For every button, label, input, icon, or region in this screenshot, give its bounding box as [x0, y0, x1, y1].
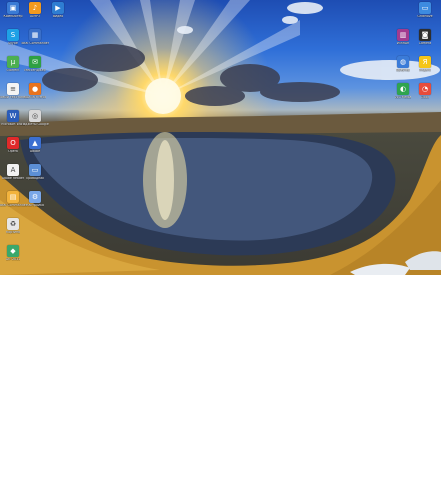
desktop-shortcut[interactable]: ▭ GridMove: [412, 2, 438, 19]
desktop-shortcut-label: Total Commander: [20, 42, 50, 45]
desktop-shortcut[interactable]: ▶ Видео: [45, 2, 71, 19]
monitor-icon: ▭: [419, 2, 431, 14]
desktop-shortcut-label: Skype: [8, 42, 18, 45]
browser-icon: ◍: [397, 56, 409, 68]
desktop-shortcut-label: Mozilla Firefox: [23, 96, 47, 99]
desktop-shortcut-label: Проводник: [25, 177, 45, 180]
desktop-shortcut[interactable]: ◎ Гаджеты Google: [21, 110, 49, 127]
desktop-shortcut-label: Гаджеты Google: [21, 123, 49, 126]
desktop-shortcut-label: DIF 2011: [5, 258, 21, 261]
messenger-icon: ✉: [29, 56, 41, 68]
desktop-shortcut-label: Adobe Reader: [1, 177, 25, 180]
wallpaper-landscape: [0, 0, 441, 275]
skype-icon: S: [7, 29, 19, 41]
disk-icon: ▦: [29, 29, 41, 41]
winrar-icon: ▥: [397, 29, 409, 41]
camera-icon: ◙: [419, 29, 431, 41]
desktop-shortcut-label: Настройка: [26, 204, 44, 207]
explorer-icon: ▭: [29, 164, 41, 176]
desktop-shortcut[interactable]: ✉ Мессенджер: [22, 56, 48, 73]
desktop-shortcut-label: WinRAR: [396, 42, 410, 45]
desktop-shortcut-label: Clock: [420, 96, 430, 99]
desktop-shortcut-label: Видео: [52, 15, 64, 18]
desktop-shortcut-label: Opera: [8, 150, 18, 153]
desktop-shortcut[interactable]: ● Mozilla Firefox: [22, 83, 48, 100]
desktop-shortcut[interactable]: ◙ Camera: [412, 29, 438, 46]
yandex-icon: Я: [419, 56, 431, 68]
desktop-shortcut[interactable]: ▦ Total Commander: [20, 29, 50, 46]
desktop-shortcut[interactable]: ♻ Корзина: [0, 218, 26, 235]
media-icon: ◐: [397, 83, 409, 95]
gadgets-icon: ◎: [29, 110, 41, 122]
opera-icon: O: [7, 137, 19, 149]
desktop-shortcut-label: Браузер: [396, 69, 410, 72]
desktop-shortcut-label: Camera: [418, 42, 432, 45]
desktop-shortcut-label: AIMP3: [30, 15, 40, 18]
folder-icon: ▤: [7, 191, 19, 203]
firefox-icon: ●: [29, 83, 41, 95]
desktop-shortcut-label: Adobe: [29, 150, 41, 153]
desktop-shortcut-label: Корзина: [5, 231, 21, 234]
adobe-icon: ▲: [29, 137, 41, 149]
desktop[interactable]: ▣КомпьютерSSkypeµuTorrent≡Новый текстовы…: [0, 0, 441, 275]
text-document-icon: ≡: [7, 83, 19, 95]
desktop-shortcut[interactable]: ⚙ Настройка: [22, 191, 48, 208]
clock-icon: ◔: [419, 83, 431, 95]
utorrent-icon: µ: [7, 56, 19, 68]
desktop-shortcut[interactable]: ◆ DIF 2011: [0, 245, 26, 262]
recycle-bin-icon: ♻: [7, 218, 19, 230]
desktop-shortcut[interactable]: ◔ Clock: [412, 83, 438, 100]
word-icon: W: [7, 110, 19, 122]
pdf-icon: A: [7, 164, 19, 176]
computer-icon: ▣: [7, 2, 19, 14]
app-icon: ◆: [7, 245, 19, 257]
settings-icon: ⚙: [29, 191, 41, 203]
desktop-shortcut[interactable]: ▲ Adobe: [22, 137, 48, 154]
desktop-shortcut[interactable]: ▭ Проводник: [22, 164, 48, 181]
desktop-shortcut-label: Компьютер: [3, 15, 23, 18]
desktop-shortcut-label: Яндекс: [418, 69, 432, 72]
desktop-shortcut-label: uTorrent: [6, 69, 20, 72]
desktop-shortcut-label: GridMove: [417, 15, 433, 18]
video-icon: ▶: [52, 2, 64, 14]
desktop-shortcut-label: Мессенджер: [24, 69, 46, 72]
aimp-icon: ♪: [29, 2, 41, 14]
desktop-shortcut-label: VLC Media: [394, 96, 412, 99]
desktop-shortcut[interactable]: Я Яндекс: [412, 56, 438, 73]
